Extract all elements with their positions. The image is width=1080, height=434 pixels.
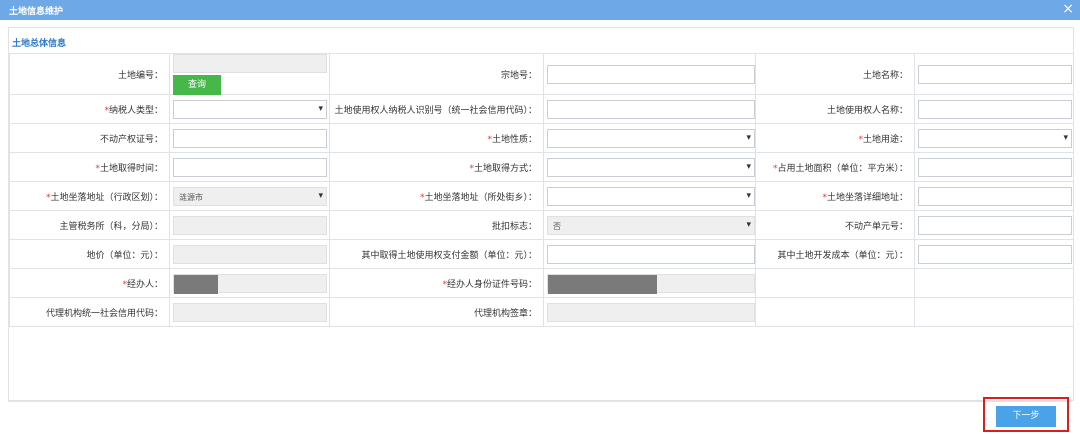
approval-flag-label: 批扣标志： (329, 210, 544, 240)
property-unit-input[interactable] (918, 215, 1072, 235)
property-unit-label: 不动产单元号： (755, 210, 915, 240)
empty-cell (755, 297, 915, 327)
main-panel: 土地总体信息 土地编号： 查询 宗地号： 土地名称： *纳税人类型： 土地使用权… (8, 27, 1074, 401)
land-no-cell: 查询 (169, 53, 330, 95)
redaction-block (174, 274, 218, 294)
agency-seal-input (547, 302, 755, 322)
empty-cell (914, 297, 1074, 327)
tax-office-input (173, 215, 327, 235)
user-taxpayer-id-label: 土地使用权人纳税人识别号（统一社会信用代码）： (329, 94, 544, 124)
property-cert-label: 不动产权证号： (9, 123, 170, 153)
query-button[interactable]: 查询 (173, 75, 221, 95)
parcel-no-input[interactable] (547, 64, 755, 84)
location-detail-input[interactable] (918, 186, 1072, 206)
land-use-label: *土地用途： (755, 123, 915, 153)
land-name-label: 土地名称： (755, 53, 915, 95)
land-use-select[interactable] (918, 128, 1072, 148)
handler-label: *经办人： (9, 268, 170, 298)
dev-cost-label: 其中土地开发成本（单位：元）： (755, 239, 915, 269)
window-titlebar: 土地信息维护 × (0, 0, 1080, 20)
form-row: 主管税务所（科，分局）： 批扣标志： 否 不动产单元号： (9, 210, 1074, 240)
user-taxpayer-id-input[interactable] (547, 99, 755, 119)
form-row: *土地取得时间： *土地取得方式： *占用土地面积（单位：平方米）： (9, 152, 1074, 182)
taxpayer-type-select[interactable] (173, 99, 327, 119)
location-street-label: *土地坐落地址（所处街乡）： (329, 181, 544, 211)
empty-cell (914, 268, 1074, 298)
land-price-input (173, 244, 327, 264)
land-name-input[interactable] (918, 64, 1072, 84)
location-detail-label: *土地坐落详细地址： (755, 181, 915, 211)
location-district-select[interactable]: 涟源市 (173, 186, 327, 206)
property-cert-input[interactable] (173, 128, 327, 148)
land-no-label: 土地编号： (9, 53, 170, 95)
location-street-select[interactable] (547, 186, 755, 206)
parcel-no-label: 宗地号： (329, 53, 544, 95)
occupied-area-label: *占用土地面积（单位：平方米）： (755, 152, 915, 182)
land-info-form: 土地编号： 查询 宗地号： 土地名称： *纳税人类型： 土地使用权人纳税人识别号… (9, 53, 1074, 327)
taxpayer-type-label: *纳税人类型： (9, 94, 170, 124)
next-step-button[interactable]: 下一步 (996, 406, 1056, 427)
form-row: *经办人： *经办人身份证件号码： (9, 268, 1074, 298)
location-district-label: *土地坐落地址（行政区划）： (9, 181, 170, 211)
empty-cell (755, 268, 915, 298)
form-row: 土地编号： 查询 宗地号： 土地名称： (9, 53, 1074, 95)
window-title: 土地信息维护 (9, 7, 64, 17)
handler-id-label: *经办人身份证件号码： (329, 268, 544, 298)
acquire-method-select[interactable] (547, 157, 755, 177)
land-no-input[interactable] (173, 54, 327, 73)
use-right-fee-label: 其中取得土地使用权支付金额（单位：元）： (329, 239, 544, 269)
section-title: 土地总体信息 (12, 39, 67, 49)
form-row: 地价（单位：元）： 其中取得土地使用权支付金额（单位：元）： 其中土地开发成本（… (9, 239, 1074, 269)
land-nature-select[interactable] (547, 128, 755, 148)
use-right-fee-input[interactable] (547, 244, 755, 264)
land-price-label: 地价（单位：元）： (9, 239, 170, 269)
location-district-value: 涟源市 (179, 192, 203, 202)
agency-code-label: 代理机构统一社会信用代码： (9, 297, 170, 327)
redaction-block (548, 274, 657, 294)
occupied-area-input[interactable] (918, 157, 1072, 177)
handler-input[interactable] (173, 273, 327, 294)
footer-divider (8, 401, 1072, 402)
approval-flag-select[interactable]: 否 (547, 215, 755, 235)
agency-seal-label: 代理机构签章： (329, 297, 544, 327)
form-row: *纳税人类型： 土地使用权人纳税人识别号（统一社会信用代码）： 土地使用权人名称… (9, 94, 1074, 124)
form-row: 代理机构统一社会信用代码： 代理机构签章： (9, 297, 1074, 327)
close-icon[interactable]: × (1062, 1, 1074, 17)
tax-office-label: 主管税务所（科，分局）： (9, 210, 170, 240)
land-nature-label: *土地性质： (329, 123, 544, 153)
agency-code-input (173, 302, 327, 322)
user-name-label: 土地使用权人名称： (755, 94, 915, 124)
acquire-time-label: *土地取得时间： (9, 152, 170, 182)
approval-flag-value: 否 (553, 221, 561, 231)
acquire-method-label: *土地取得方式： (329, 152, 544, 182)
handler-id-input[interactable] (547, 273, 755, 294)
dev-cost-input[interactable] (918, 244, 1072, 264)
form-row: 不动产权证号： *土地性质： *土地用途： (9, 123, 1074, 153)
user-name-input[interactable] (918, 99, 1072, 119)
form-row: *土地坐落地址（行政区划）： 涟源市 *土地坐落地址（所处街乡）： *土地坐落详… (9, 181, 1074, 211)
acquire-time-input[interactable] (173, 157, 327, 177)
